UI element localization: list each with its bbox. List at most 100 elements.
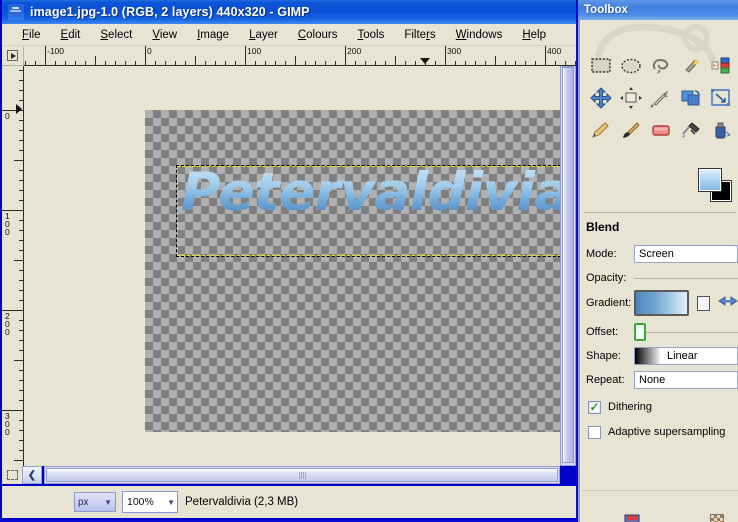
ruler-tick (14, 360, 23, 361)
ruler-tick (19, 340, 23, 341)
gradient-secondary-swatch[interactable] (696, 295, 710, 311)
paintbrush-tool[interactable] (616, 114, 646, 146)
repeat-select[interactable]: None (634, 371, 738, 389)
pencil-tool[interactable] (586, 114, 616, 146)
image-canvas[interactable]: Petervaldivia (145, 110, 560, 432)
foreground-color-swatch[interactable] (698, 168, 722, 192)
ruler-tick (255, 61, 256, 65)
ruler-tick (335, 61, 336, 65)
ruler-tick (19, 140, 23, 141)
airbrush-tool[interactable] (676, 114, 706, 146)
horizontal-ruler[interactable]: -100 0 100 200 300 400 (24, 46, 576, 66)
image-window-titlebar[interactable]: image1.jpg-1.0 (RGB, 2 layers) 440x320 -… (2, 0, 576, 24)
ruler-tick (85, 61, 86, 65)
menu-edit[interactable]: Edit (51, 28, 91, 42)
rect-select-tool[interactable] (586, 50, 616, 82)
gradient-label: Gradient: (586, 297, 632, 309)
ruler-tick (445, 46, 446, 65)
menu-windows[interactable]: Windows (446, 28, 513, 42)
eraser-tool[interactable] (646, 114, 676, 146)
ruler-tick (19, 200, 23, 201)
save-device-status-icon[interactable] (624, 514, 640, 522)
ruler-tick (14, 460, 23, 461)
reverse-arrows-icon[interactable] (718, 294, 738, 313)
image-window-title: image1.jpg-1.0 (RGB, 2 layers) 440x320 -… (30, 5, 310, 19)
gradient-preview[interactable] (634, 290, 689, 316)
ruler-tick (475, 61, 476, 65)
toolbox-titlebar[interactable]: Toolbox (578, 0, 738, 20)
ruler-tick (355, 61, 356, 65)
reset-pattern-icon[interactable] (710, 514, 724, 522)
unit-selector[interactable]: px ▼ (74, 492, 116, 512)
crop-tool[interactable] (646, 82, 676, 114)
ellipse-select-tool[interactable] (616, 50, 646, 82)
menu-select[interactable]: Select (90, 28, 142, 42)
ruler-tick (575, 61, 576, 65)
supersampling-checkbox[interactable] (588, 425, 601, 439)
ruler-tick (435, 61, 436, 65)
ruler-label: 400 (547, 46, 562, 56)
navigation-preview-button[interactable]: ❮ (22, 466, 42, 484)
quick-mask-toggle[interactable] (2, 466, 22, 484)
scrollbar-grip-icon (298, 471, 306, 479)
menu-colours[interactable]: Colours (288, 28, 348, 42)
free-select-tool[interactable] (646, 50, 676, 82)
shape-select[interactable]: Linear (634, 347, 738, 365)
image-menu-icon (7, 50, 18, 61)
dithering-checkbox-row[interactable]: ✓ Dithering (588, 398, 738, 416)
menu-layer[interactable]: Layer (239, 28, 288, 42)
menu-view[interactable]: View (142, 28, 187, 42)
ruler-tick (115, 61, 116, 65)
menu-filters[interactable]: Filters (394, 28, 445, 42)
ink-tool[interactable] (706, 114, 736, 146)
fuzzy-select-tool[interactable] (676, 50, 706, 82)
ruler-tick (19, 440, 23, 441)
mode-select[interactable]: Screen (634, 245, 738, 263)
supersampling-label: Adaptive supersampling (608, 426, 726, 438)
ruler-position-marker (420, 58, 430, 64)
menu-image[interactable]: Image (187, 28, 239, 42)
vertical-scrollbar[interactable] (560, 66, 576, 466)
scale-tool[interactable] (706, 82, 736, 114)
supersampling-checkbox-row[interactable]: Adaptive supersampling (588, 423, 738, 441)
menu-file[interactable]: File (12, 28, 51, 42)
dithering-checkbox[interactable]: ✓ (588, 399, 601, 414)
chevron-down-icon: ▼ (104, 497, 112, 507)
rotate-tool[interactable] (676, 82, 706, 114)
quick-mask-icon (6, 470, 18, 480)
dithering-label: Dithering (608, 401, 653, 413)
ruler-tick (19, 170, 23, 171)
offset-slider-track[interactable] (646, 331, 738, 333)
gimp-wilber-icon (8, 4, 24, 20)
linear-gradient-icon (635, 348, 661, 364)
ruler-tick (19, 290, 23, 291)
horizontal-scrollbar[interactable] (44, 466, 560, 484)
ruler-tick (19, 130, 23, 131)
vertical-scrollbar-thumb[interactable] (562, 67, 574, 463)
opacity-slider[interactable] (634, 277, 738, 279)
ruler-tick (545, 46, 546, 65)
shape-row: Shape: Linear (586, 346, 738, 366)
check-icon: ✓ (589, 399, 600, 414)
align-tool[interactable] (616, 82, 646, 114)
foreground-background-colors[interactable] (698, 168, 734, 204)
ruler-tick (19, 100, 23, 101)
opacity-label: Opacity: (586, 272, 627, 284)
ruler-label: 100 (5, 211, 10, 237)
ruler-tick (565, 61, 566, 65)
menu-help[interactable]: Help (512, 28, 556, 42)
offset-slider-handle[interactable] (634, 323, 646, 341)
zoom-selector[interactable]: 100% ▼ (122, 491, 178, 513)
select-by-color-tool[interactable] (706, 50, 736, 82)
canvas-viewport[interactable]: Petervaldivia (24, 66, 560, 466)
move-tool[interactable] (586, 82, 616, 114)
horizontal-scrollbar-thumb[interactable] (46, 468, 558, 482)
ruler-corner-menu-button[interactable] (2, 46, 24, 66)
toolbox-footer-divider (582, 490, 738, 491)
ruler-tick (19, 150, 23, 151)
vertical-ruler[interactable]: 0 100 200 300 (2, 66, 24, 466)
ruler-tick (19, 250, 23, 251)
ruler-tick (225, 61, 226, 65)
menu-tools[interactable]: Tools (347, 28, 394, 42)
ruler-tick (19, 80, 23, 81)
